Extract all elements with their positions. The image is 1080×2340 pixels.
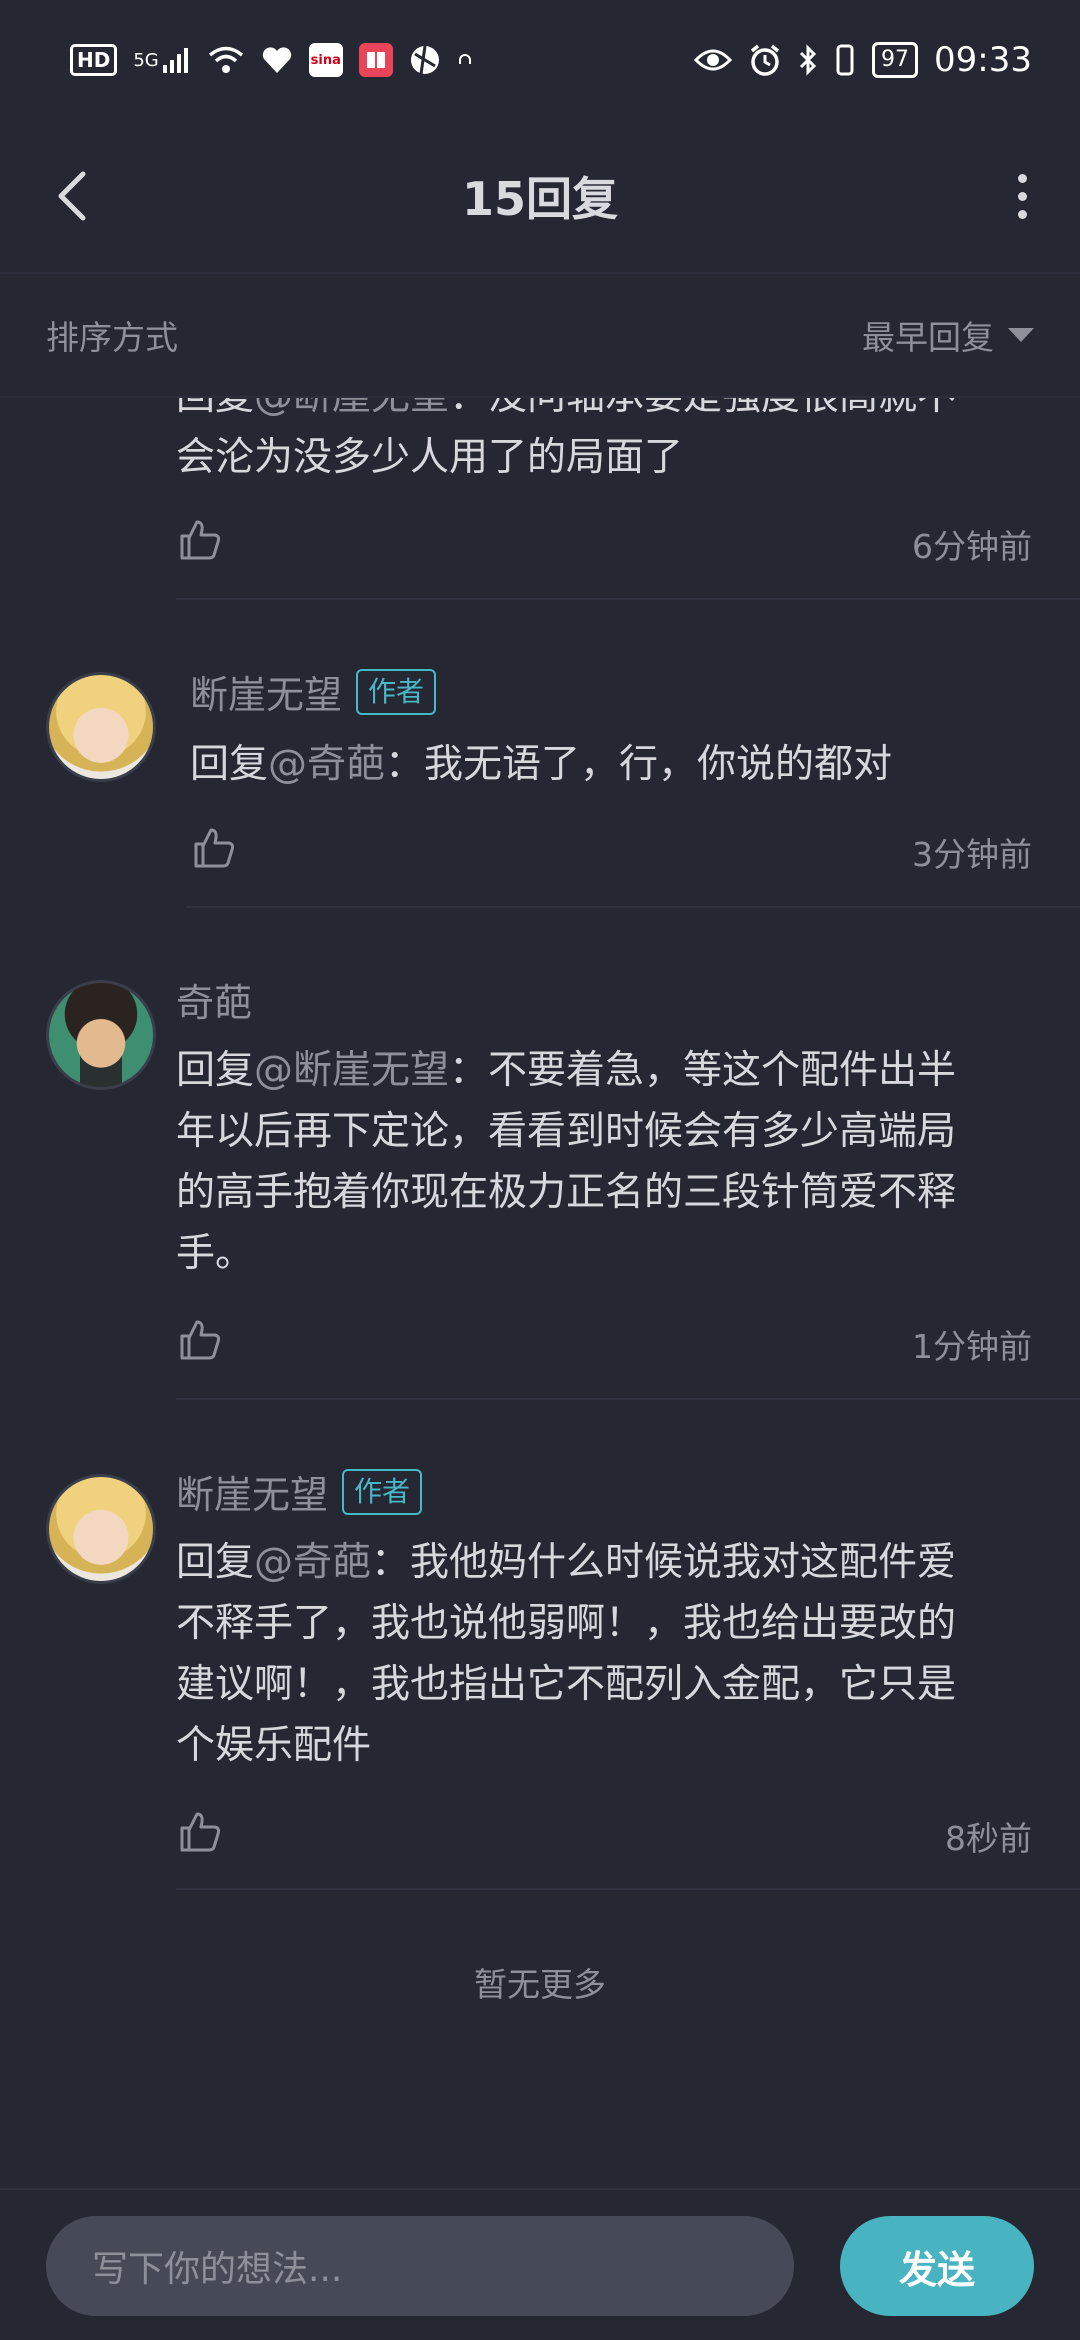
thumbs-up-icon: [180, 1812, 221, 1852]
reply-prefix: 回复: [190, 742, 269, 787]
sort-order-dropdown[interactable]: 最早回复: [862, 311, 1034, 359]
wifi-icon: [207, 45, 245, 75]
sort-bar: 排序方式 最早回复: [0, 274, 1080, 398]
reply-text-line: 建议啊！，我也指出它不配列入金配，它只是: [176, 1662, 957, 1707]
back-button[interactable]: [44, 158, 100, 234]
author-badge: 作者: [356, 668, 437, 715]
composer-bar: 写下你的想法... 发送: [0, 2188, 1080, 2340]
author-name[interactable]: 奇葩: [176, 972, 252, 1027]
more-options-button[interactable]: [994, 158, 1050, 234]
reply-text-line: 的高手抱着你现在极力正名的三段针筒爱不释: [176, 1170, 957, 1215]
avatar[interactable]: [46, 672, 156, 782]
hd-indicator: HD: [70, 44, 118, 76]
mention-link[interactable]: @奇葩: [268, 742, 385, 787]
reply-author-row: 断崖无望 作者: [190, 664, 437, 719]
avatar[interactable]: [46, 980, 156, 1090]
health-heart-icon: [261, 45, 293, 75]
reply-text-line: 个娱乐配件: [176, 1723, 372, 1768]
send-button[interactable]: 发送: [840, 2216, 1034, 2316]
more-dot: [1017, 209, 1027, 219]
author-name[interactable]: 断崖无望: [190, 664, 342, 719]
sort-label: 排序方式: [46, 318, 178, 357]
more-dot: [1017, 191, 1027, 201]
reply-divider: [176, 1888, 1080, 1890]
headset-icon: [457, 52, 473, 68]
reply-text-line: 不释手了，我也说他弱啊！，我也给出要改的: [176, 1601, 957, 1646]
reply-text-line: 年以后再下定论，看看到时候会有多少高端局: [176, 1109, 957, 1154]
like-button[interactable]: [176, 516, 224, 564]
network-type-label: 5G: [133, 49, 159, 71]
battery-indicator: 97: [872, 42, 919, 78]
reply-text-line: ：没问轴承要是强度很高就不: [449, 398, 956, 419]
reply-prefix: 回复: [176, 398, 254, 419]
mention-link[interactable]: @断崖无望: [254, 1048, 449, 1093]
like-button[interactable]: [190, 824, 238, 872]
thumbs-up-icon: [180, 520, 221, 560]
reply-time: 1分钟前: [912, 1327, 1032, 1366]
thumbs-up-icon: [180, 1320, 221, 1360]
bluetooth-icon: [798, 44, 818, 76]
caret-down-icon: [1008, 328, 1034, 342]
top-app-bar: 15回复: [0, 120, 1080, 272]
avatar[interactable]: [46, 1474, 156, 1584]
reply-prefix: 回复: [176, 1540, 255, 1585]
reply-time: 3分钟前: [912, 835, 1032, 874]
reply-divider: [186, 906, 1080, 908]
mention-link[interactable]: @断崖无望: [254, 398, 449, 419]
reply-content: 回复@奇葩：我无语了，行，你说的都对: [190, 734, 1050, 795]
thumbs-up-icon: [194, 828, 235, 868]
status-right: 97 09:33: [694, 40, 1032, 80]
reply-divider: [176, 598, 1080, 600]
alarm-icon: [748, 43, 782, 77]
reply-content: 回复@奇葩：我他妈什么时候说我对这配件爱 不释手了，我也说他弱啊！，我也给出要改…: [176, 1532, 1056, 1776]
clock: 09:33: [934, 40, 1032, 80]
reply-time: 6分钟前: [912, 527, 1032, 566]
author-name[interactable]: 断崖无望: [176, 1464, 328, 1519]
reply-content: 回复@断崖无望：没问轴承要是强度很高就不 会沦为没多少人用了的局面了: [176, 398, 1036, 488]
like-button[interactable]: [176, 1316, 224, 1364]
status-bar: HD 5G sina 97 09:33: [0, 0, 1080, 120]
sina-app-icon: sina: [308, 43, 343, 77]
vibrate-icon: [834, 43, 856, 77]
reply-prefix: 回复: [176, 1048, 255, 1093]
chevron-left-icon: [58, 171, 86, 221]
status-left: HD 5G sina: [70, 43, 473, 77]
mention-link[interactable]: @奇葩: [254, 1540, 371, 1585]
sort-order-value: 最早回复: [862, 318, 994, 357]
book-app-icon: [358, 43, 393, 77]
reply-text-line: 手。: [176, 1231, 255, 1276]
reply-list[interactable]: 回复@断崖无望：没问轴承要是强度很高就不 会沦为没多少人用了的局面了 6分钟前 …: [0, 398, 1080, 2188]
comment-input[interactable]: 写下你的想法...: [46, 2216, 794, 2316]
reply-text-line: ：我他妈什么时候说我对这配件爱: [371, 1540, 957, 1585]
reply-content: 回复@断崖无望：不要着急，等这个配件出半 年以后再下定论，看看到时候会有多少高端…: [176, 1040, 1056, 1284]
reply-divider: [176, 1398, 1080, 1400]
cellular-signal-icon: 5G: [133, 45, 190, 75]
reply-author-row: 断崖无望 作者: [176, 1464, 423, 1519]
page-title: 15回复: [461, 172, 618, 226]
more-dot: [1017, 173, 1027, 183]
reply-author-row: 奇葩: [176, 972, 252, 1027]
like-button[interactable]: [176, 1808, 224, 1856]
reply-time: 8秒前: [945, 1819, 1032, 1858]
author-badge: 作者: [342, 1468, 423, 1515]
reply-text-line: 会沦为没多少人用了的局面了: [176, 435, 684, 480]
ball-app-icon: [409, 44, 441, 76]
no-more-label: 暂无更多: [474, 1965, 606, 2004]
reply-text-line: ：不要着急，等这个配件出半: [449, 1048, 957, 1093]
reply-text-line: ：我无语了，行，你说的都对: [385, 742, 893, 787]
eye-icon: [694, 46, 733, 74]
